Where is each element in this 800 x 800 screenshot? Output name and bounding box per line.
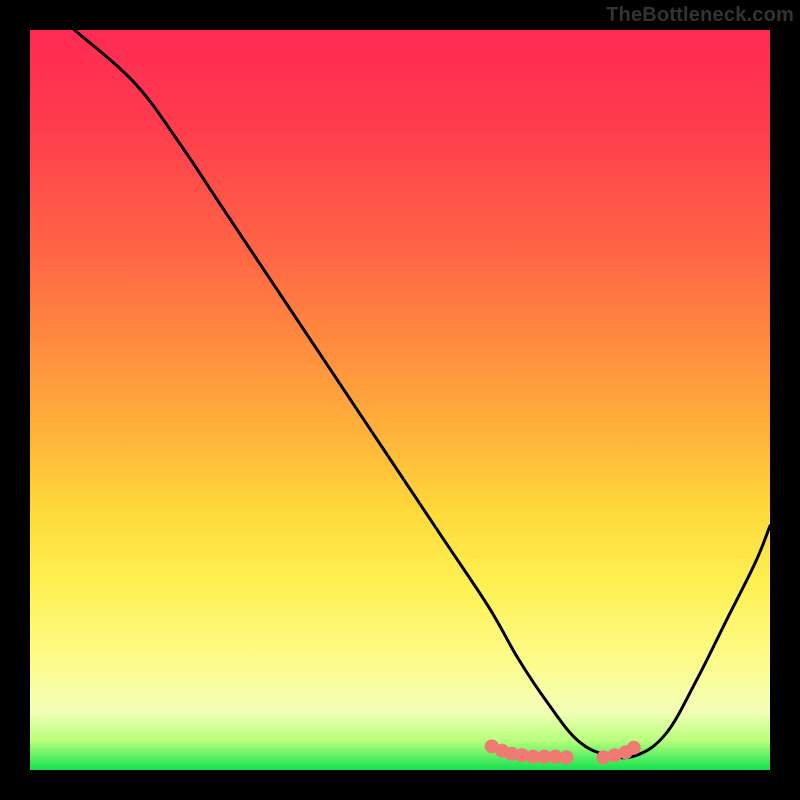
scatter-point: [560, 750, 574, 764]
scatter-point: [627, 741, 641, 755]
plot-area: [30, 30, 770, 770]
chart-root: TheBottleneck.com: [0, 0, 800, 800]
watermark-text: TheBottleneck.com: [606, 4, 794, 27]
scatter-group: [485, 739, 641, 764]
chart-svg: [30, 30, 770, 770]
curve-path: [74, 30, 770, 758]
